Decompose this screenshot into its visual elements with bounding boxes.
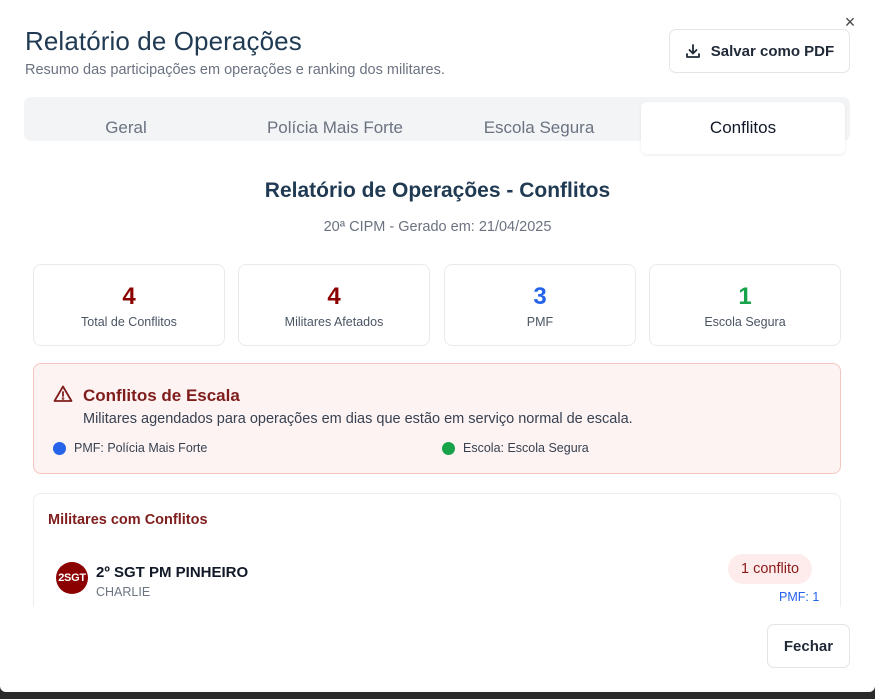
page-subtitle: Resumo das participações em operações e … (25, 62, 445, 78)
stat-militares-afetados: 4 Militares Afetados (238, 264, 430, 346)
tab-escola-segura[interactable]: Escola Segura (442, 97, 636, 155)
stat-label: PMF (526, 315, 554, 329)
stat-value: 1 (738, 283, 752, 310)
conflict-detail: PMF: 1 (779, 590, 820, 604)
report-title: Relatório de Operações - Conflitos (264, 179, 611, 202)
stat-escola-segura: 1 Escola Segura (649, 264, 841, 346)
stat-value: 4 (122, 283, 136, 310)
tab-conflitos[interactable]: Conflitos (641, 102, 845, 154)
conflicts-list: Militares com Conflitos 2SGT 2º SGT PM P… (33, 493, 841, 607)
conflicts-list-title: Militares com Conflitos (48, 512, 208, 528)
legend-label: PMF: Polícia Mais Forte (74, 441, 208, 455)
stat-label: Total de Conflitos (81, 315, 177, 329)
tab-policia-mais-forte[interactable]: Polícia Mais Forte (228, 97, 442, 155)
legend-label: Escola: Escola Segura (463, 441, 589, 455)
stat-value: 3 (533, 283, 547, 310)
avatar: 2SGT (56, 562, 88, 594)
stat-value: 4 (327, 283, 341, 310)
alert-text: Militares agendados para operações em di… (83, 411, 633, 427)
save-pdf-button[interactable]: Salvar como PDF (669, 29, 850, 73)
report-content[interactable]: Relatório de Operações - Conflitos 20ª C… (0, 157, 875, 607)
stat-label: Militares Afetados (284, 315, 384, 329)
warning-triangle-icon (53, 385, 73, 402)
alert-title: Conflitos de Escala (83, 386, 240, 405)
operations-report-modal: × Relatório de Operações Resumo das part… (0, 0, 875, 692)
legend-dot-blue (53, 441, 66, 455)
list-item[interactable]: 2SGT 2º SGT PM PINHEIRO CHARLIE 1 confli… (34, 554, 842, 607)
tab-geral[interactable]: Geral (24, 97, 228, 155)
legend-escola: Escola: Escola Segura (442, 441, 589, 455)
report-subtitle: 20ª CIPM - Gerado em: 21/04/2025 (323, 219, 552, 235)
close-button[interactable]: Fechar (767, 624, 850, 668)
tab-bar: Geral Polícia Mais Forte Escola Segura C… (24, 97, 850, 154)
stat-pmf: 3 PMF (444, 264, 636, 346)
legend-pmf: PMF: Polícia Mais Forte (53, 441, 207, 455)
stat-total-conflitos: 4 Total de Conflitos (33, 264, 225, 346)
conflict-count-badge: 1 conflito (728, 554, 813, 584)
schedule-conflicts-alert: Conflitos de Escala Militares agendados … (33, 363, 841, 474)
page-title: Relatório de Operações (25, 26, 302, 56)
militar-team: CHARLIE (96, 585, 151, 599)
download-icon (685, 44, 700, 58)
stat-label: Escola Segura (704, 315, 786, 329)
militar-name: 2º SGT PM PINHEIRO (96, 564, 249, 581)
legend-dot-green (442, 441, 455, 455)
save-pdf-label: Salvar como PDF (710, 42, 835, 60)
